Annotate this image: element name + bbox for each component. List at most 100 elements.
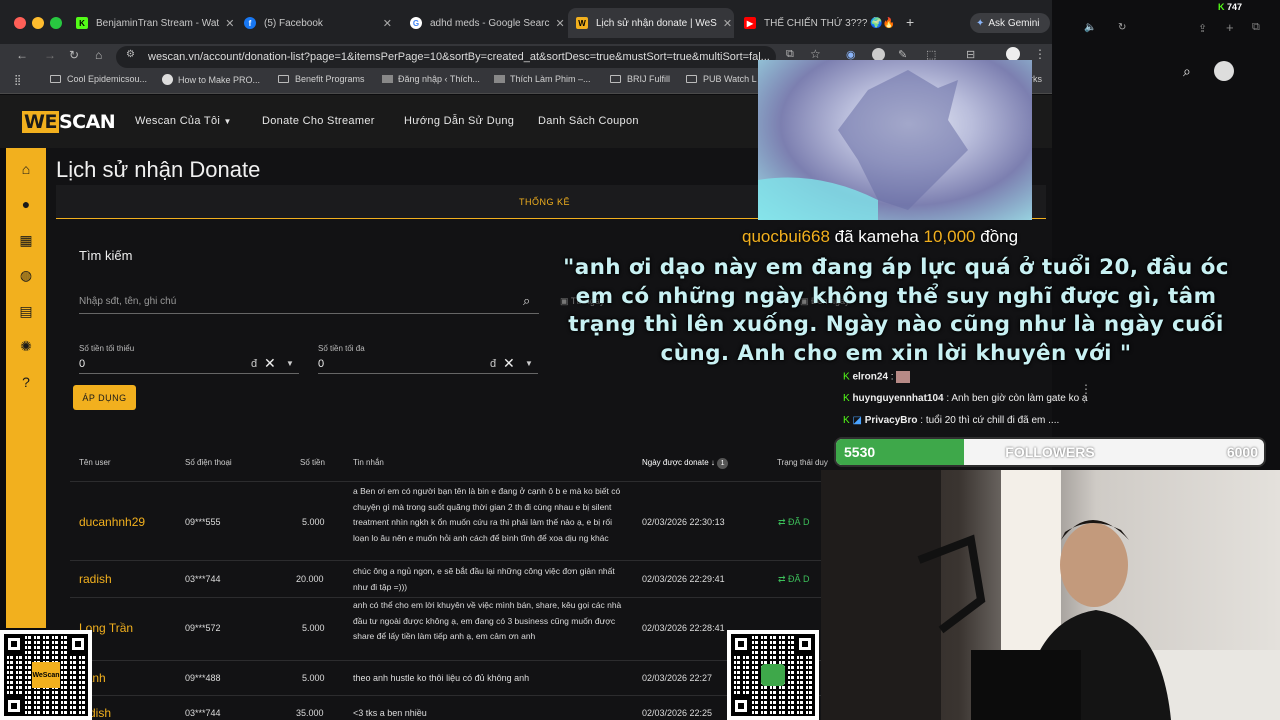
new-tab-button[interactable]: + xyxy=(906,14,914,30)
globe-icon[interactable]: ◍ xyxy=(18,267,34,283)
dropdown-caret-icon[interactable]: ▼ xyxy=(286,359,294,368)
page-title: Lịch sử nhận Donate xyxy=(56,157,261,182)
close-tab-icon[interactable]: ✕ xyxy=(717,17,732,30)
menu-kebab-icon[interactable]: ⋮ xyxy=(1034,47,1046,61)
settings-gear-icon[interactable]: ✺ xyxy=(18,338,34,354)
close-tab-icon[interactable]: ✕ xyxy=(895,17,902,30)
zoom-window-button[interactable] xyxy=(50,17,62,29)
refresh-icon[interactable]: ↻ xyxy=(1118,22,1126,33)
close-window-button[interactable] xyxy=(14,17,26,29)
store-icon[interactable]: ▤ xyxy=(18,303,34,319)
apply-button[interactable]: ÁP DỤNG xyxy=(73,385,136,410)
volume-icon[interactable]: 🔈 xyxy=(1084,22,1096,33)
search-icon[interactable]: ⌕ xyxy=(523,293,530,309)
donate-qr-code[interactable]: WeScan xyxy=(0,630,92,720)
browser-tab[interactable]: ▶ THẾ CHIẾN THỨ 3??? 🌍🔥 ✕ xyxy=(736,8,902,38)
bookmark-item[interactable]: Thích Làm Phim –... xyxy=(494,74,591,84)
nav-coupons[interactable]: Danh Sách Coupon xyxy=(538,115,639,127)
table-row[interactable]: hánh 09***488 5.000 theo anh hustle ko t… xyxy=(70,660,830,695)
tab-title: Lịch sử nhận donate | WeS xyxy=(596,17,717,29)
back-icon[interactable]: ← xyxy=(16,48,28,62)
qr-finder-mark xyxy=(795,634,815,654)
wescan-logo[interactable]: WE SCAN xyxy=(22,111,116,133)
column-header-status[interactable]: Trạng thái duy xyxy=(777,458,828,467)
tab-statistics[interactable]: THỐNG KÊ xyxy=(519,197,570,207)
status-label: ĐÃ D xyxy=(788,517,810,527)
site-favicon-icon xyxy=(382,75,393,83)
row-phone: 03***744 xyxy=(185,574,221,584)
column-header-date[interactable]: Ngày được donate ↓ 1 xyxy=(642,458,729,469)
help-icon[interactable]: ? xyxy=(18,374,34,390)
donate-qr-code[interactable] xyxy=(727,630,819,720)
facebook-icon: f xyxy=(244,17,256,29)
row-username[interactable]: dish xyxy=(89,706,111,720)
browser-tab[interactable]: K BenjaminTran Stream - Wat ✕ xyxy=(68,8,236,38)
status-counter: K 747 xyxy=(1218,2,1242,12)
bookmark-item[interactable]: How to Make PRO... xyxy=(162,74,260,85)
min-amount-input[interactable]: 0 đ ✕ ▼ xyxy=(79,354,299,374)
column-header-phone[interactable]: Số điện thoại xyxy=(185,458,232,467)
bookmark-item[interactable]: BRIJ Fulfill xyxy=(610,74,670,84)
browser-tab-active[interactable]: W Lịch sử nhận donate | WeS ✕ xyxy=(568,8,734,38)
bookmark-star-icon[interactable]: ☆ xyxy=(810,47,821,61)
chat-text: Anh ben giờ còn làm gate ko ạ xyxy=(951,393,1088,404)
forward-icon[interactable]: → xyxy=(44,48,56,62)
minimize-window-button[interactable] xyxy=(32,17,44,29)
row-amount: 35.000 xyxy=(296,708,324,718)
reload-icon[interactable]: ↻ xyxy=(69,48,79,62)
bookmark-item[interactable]: Cool Epidemicsou... xyxy=(50,74,147,84)
search-icon[interactable]: ⌕ xyxy=(1183,63,1191,80)
search-input[interactable]: Nhập sđt, tên, ghi chú ⌕ xyxy=(79,290,539,314)
table-row[interactable]: dish 03***744 35.000 <3 tks a ben nhiều … xyxy=(70,695,830,720)
profile-avatar[interactable] xyxy=(1006,47,1020,61)
site-info-icon[interactable]: ⚙ xyxy=(126,49,135,60)
home-icon[interactable]: ⌂ xyxy=(18,161,34,177)
home-icon[interactable]: ⌂ xyxy=(95,48,102,62)
nav-donate-streamer[interactable]: Donate Cho Streamer xyxy=(262,115,375,127)
bookmark-item[interactable]: PUB Watch L xyxy=(686,74,757,84)
verified-badge-icon: ◪ xyxy=(852,415,865,426)
nav-my-wescan[interactable]: Wescan Của Tôi ▼ xyxy=(135,115,232,127)
max-amount-input[interactable]: 0 đ ✕ ▼ xyxy=(318,354,538,374)
donation-unit: đồng xyxy=(980,227,1019,246)
column-header-user[interactable]: Tên user xyxy=(79,458,111,467)
bookmark-item[interactable]: Benefit Programs xyxy=(278,74,365,84)
column-header-amount[interactable]: Số tiền xyxy=(300,458,325,467)
nav-guide[interactable]: Hướng Dẫn Sử Dụng xyxy=(404,115,514,127)
row-username[interactable]: ducanhnh29 xyxy=(79,515,145,529)
counter-value: 747 xyxy=(1227,2,1243,12)
row-status: ⇄ ĐÃ D xyxy=(778,574,810,585)
browser-tab[interactable]: f (5) Facebook ✕ xyxy=(236,8,400,38)
user-icon[interactable]: ● xyxy=(18,196,34,212)
logo-mark: WE xyxy=(22,111,59,133)
sort-order-badge: 1 xyxy=(717,458,729,469)
close-tab-icon[interactable]: ✕ xyxy=(550,17,565,30)
clear-icon[interactable]: ✕ xyxy=(503,355,515,372)
kick-icon: K xyxy=(76,17,88,29)
table-row[interactable]: ducanhnh29 09***555 5.000 a Ben ơi em có… xyxy=(70,481,830,560)
table-row[interactable]: radish 03***744 20.000 chúc ông a ngủ ng… xyxy=(70,560,830,597)
plus-icon[interactable]: + xyxy=(1226,20,1234,35)
address-bar[interactable]: wescan.vn/account/donation-list?page=1&i… xyxy=(116,46,776,68)
close-tab-icon[interactable]: ✕ xyxy=(219,17,234,30)
share-icon[interactable]: ⇪ xyxy=(1198,22,1207,35)
row-amount: 5.000 xyxy=(302,623,325,633)
row-date: 02/03/2026 22:30:13 xyxy=(642,517,725,527)
profile-avatar[interactable] xyxy=(1214,61,1234,81)
ask-gemini-button[interactable]: ✦ Ask Gemini xyxy=(970,13,1050,33)
browser-tab[interactable]: G adhd meds - Google Searc ✕ xyxy=(402,8,568,38)
more-options-icon[interactable]: ⋮ xyxy=(1080,382,1092,396)
clear-icon[interactable]: ✕ xyxy=(264,355,276,372)
donation-message: "anh ơi dạo này em đang áp lực quá ở tuổ… xyxy=(563,255,1229,366)
table-row[interactable]: Long Trần 09***572 5.000 anh có thể cho … xyxy=(70,597,830,660)
row-date: 02/03/2026 22:27 xyxy=(642,673,713,683)
chat-username: huynguyennhat104 xyxy=(852,393,944,404)
dashboard-icon[interactable]: ▦ xyxy=(18,232,34,248)
close-tab-icon[interactable]: ✕ xyxy=(377,17,392,30)
tabs-overview-icon[interactable]: ⧉ xyxy=(1252,21,1260,34)
dropdown-caret-icon[interactable]: ▼ xyxy=(525,359,533,368)
column-header-message[interactable]: Tin nhắn xyxy=(353,458,384,467)
bookmark-item[interactable]: Đăng nhập ‹ Thích... xyxy=(382,74,480,84)
apps-grid-icon[interactable]: ⣿ xyxy=(14,75,21,86)
row-username[interactable]: radish xyxy=(79,572,112,586)
